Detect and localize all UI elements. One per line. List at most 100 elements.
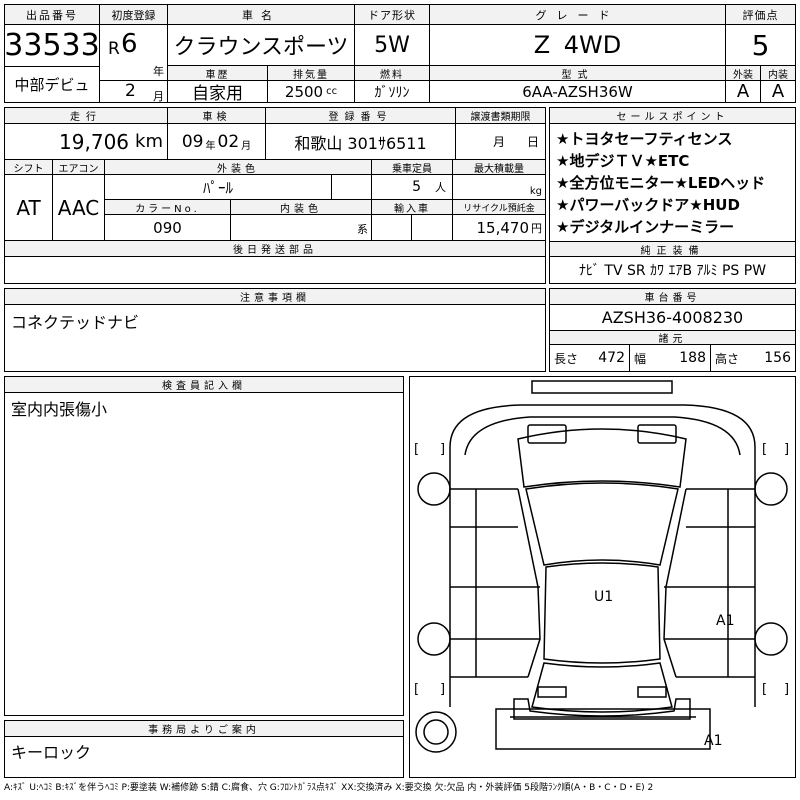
reg-month: 2 xyxy=(125,81,136,101)
width-cell: 幅 188 xyxy=(630,345,711,371)
office-header: 事務局よりご案内 xyxy=(5,721,403,737)
capacity: 5 xyxy=(412,179,421,195)
inspection-year: 09 xyxy=(181,131,204,152)
diagram-bracket: [ xyxy=(414,682,419,697)
displacement-header: 排気量 xyxy=(268,66,355,81)
diagram-windshield xyxy=(525,482,679,566)
damage-mark: A1 xyxy=(716,613,734,629)
diagram-wheel-front-left xyxy=(417,472,451,506)
grade-header: グレード xyxy=(430,5,726,25)
equipment-header: 純正装備 xyxy=(550,241,795,257)
recycle-fee: 15,470 xyxy=(476,218,530,237)
interior-header: 内装 xyxy=(761,66,795,81)
load-header: 最大積載量 xyxy=(453,160,545,175)
reg-year: 6 xyxy=(121,29,138,59)
import-header: 輸入車 xyxy=(372,200,453,215)
inspector-box: 検査員記入欄 室内内張傷小 xyxy=(4,376,404,716)
color-no: 090 xyxy=(105,215,231,241)
score-header: 評価点 xyxy=(726,5,795,25)
diagram-bracket: ] xyxy=(440,442,445,457)
selling-point-item: ★デジタルインナーミラー xyxy=(556,218,735,236)
int-color-header: 内装色 xyxy=(231,200,372,215)
inspector-text: 室内内張傷小 xyxy=(11,400,108,419)
mileage-cell: 19,706 km xyxy=(5,124,168,160)
displacement-unit: cc xyxy=(326,86,338,97)
transfer-month-unit: 月 xyxy=(492,135,505,149)
transfer-header: 譲渡書類期限 xyxy=(456,108,545,124)
header-section: 出品番号 33533 中部デビュ 初度登録 R 6 年 2 月 車名 クラウンス… xyxy=(4,4,796,104)
model-code: 6AA-AZSH36W xyxy=(430,81,726,102)
ac: AAC xyxy=(53,175,105,241)
exterior-header: 外装 xyxy=(726,66,761,81)
plate-header: 登録番号 xyxy=(266,108,456,124)
later-parts-header: 後日発送部品 xyxy=(5,241,545,257)
later-parts xyxy=(5,257,545,283)
length: 472 xyxy=(598,350,625,366)
inspection-cell: 09 年 02 月 xyxy=(168,124,266,160)
load-unit: kg xyxy=(529,186,542,197)
office-text: キーロック xyxy=(11,743,92,762)
diagram-wheel-rear-left xyxy=(417,622,451,656)
model-header: 型式 xyxy=(430,66,726,81)
diagram-hood xyxy=(517,428,687,488)
diagram-wheel-rear-right xyxy=(754,622,788,656)
color-spacer xyxy=(332,175,372,200)
diagram-bracket: ] xyxy=(784,442,789,457)
score: 5 xyxy=(726,25,795,66)
mileage: 19,706 xyxy=(59,129,130,154)
door-type: 5W xyxy=(355,25,430,66)
color-no-header: カラーNo. xyxy=(105,200,231,215)
height: 156 xyxy=(764,350,791,366)
inspection-year-unit: 年 xyxy=(205,141,216,152)
ac-header: エアコン xyxy=(53,160,105,175)
damage-mark: A1 xyxy=(704,733,722,749)
color-header: 外装色 xyxy=(105,160,372,175)
length-label: 長さ xyxy=(554,351,579,366)
transfer-day-unit: 日 xyxy=(526,135,539,149)
length-cell: 長さ 472 xyxy=(550,345,630,371)
first-reg-header: 初度登録 xyxy=(100,5,168,25)
notes-text: コネクテッドナビ xyxy=(11,313,140,332)
recycle-unit: 円 xyxy=(531,221,542,235)
diagram-bracket: ] xyxy=(440,682,445,697)
car-diagram-box: [ ] [ ] [ ] [ ] U1 A1 A1 xyxy=(409,376,796,778)
inspector-header: 検査員記入欄 xyxy=(5,377,403,393)
diagram-front-bumper xyxy=(449,404,756,448)
exterior-grade: A xyxy=(726,81,761,102)
capacity-header: 乗車定員 xyxy=(372,160,453,175)
int-color-cell: 系 xyxy=(231,215,372,241)
diagram-bracket: [ xyxy=(762,682,767,697)
recycle-header: リサイクル預託金 xyxy=(453,200,545,215)
dims-header: 諸元 xyxy=(550,331,795,345)
lot-header: 出品番号 xyxy=(5,5,100,25)
mileage-unit: km xyxy=(135,131,163,152)
transfer-cell: 月 日 xyxy=(456,124,545,160)
door-header: ドア形状 xyxy=(355,5,430,25)
damage-mark: U1 xyxy=(594,589,613,605)
era: R xyxy=(108,39,120,59)
chassis-box: 車台番号 AZSH36-4008230 諸元 長さ 472 幅 188 高さ 1… xyxy=(549,288,796,372)
office-box: 事務局よりご案内 キーロック xyxy=(4,720,404,778)
inspection-header: 車検 xyxy=(168,108,266,124)
chassis-header: 車台番号 xyxy=(550,289,795,305)
chassis-number: AZSH36-4008230 xyxy=(550,305,795,331)
displacement-cell: 2500 cc xyxy=(268,81,355,102)
diagram-rear-panel xyxy=(495,708,711,750)
diagram-top-bar xyxy=(531,380,673,394)
car-diagram: [ ] [ ] [ ] [ ] U1 A1 A1 xyxy=(414,380,789,753)
height-label: 高さ xyxy=(715,351,740,366)
diagram-bracket: [ xyxy=(414,442,419,457)
shift: AT xyxy=(5,175,53,241)
fuel: ｶﾞｿﾘﾝ xyxy=(355,81,430,102)
mileage-header: 走行 xyxy=(5,108,168,124)
width-label: 幅 xyxy=(634,351,647,366)
selling-point-item: ★パワーバックドア★HUD xyxy=(556,196,740,214)
equipment: ﾅﾋﾞ TV SR ｶﾜ ｴｱB ｱﾙﾐ PS PW xyxy=(578,263,767,279)
debut-label: 中部デビュ xyxy=(5,67,100,102)
load-cell: kg xyxy=(453,175,545,200)
int-color-unit: 系 xyxy=(357,223,368,236)
notes-header: 注意事項欄 xyxy=(5,289,545,305)
diagram-wheel-front-right xyxy=(754,472,788,506)
capacity-unit: 人 xyxy=(435,181,446,194)
capacity-cell: 5 人 xyxy=(372,175,453,200)
